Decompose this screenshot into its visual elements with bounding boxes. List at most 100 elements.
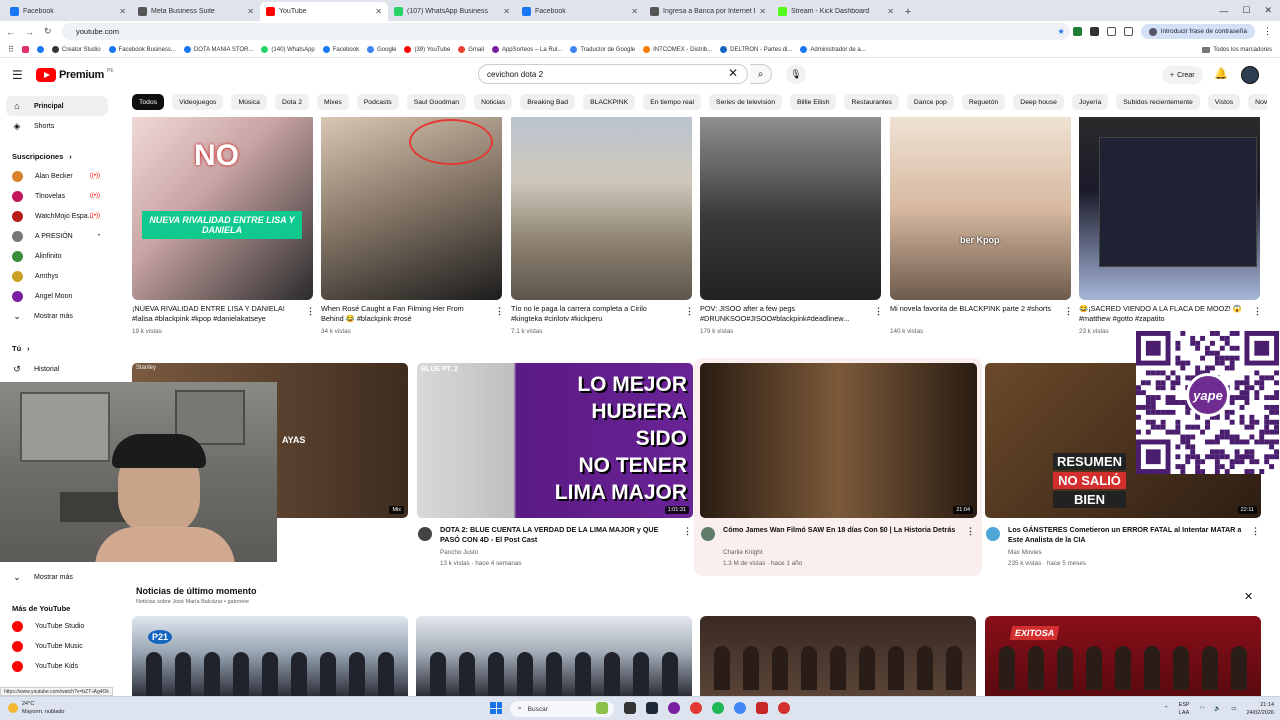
more-options-icon[interactable]: ⋮ [874, 306, 883, 317]
filter-chip[interactable]: Restaurantes [844, 94, 899, 110]
short-thumbnail[interactable]: NUEVA RIVALIDAD ENTRE LISA Y DANIELA NO [132, 117, 313, 300]
bookmark-item[interactable]: Creator Studio [51, 46, 101, 53]
create-button[interactable]: + Crear [1162, 66, 1203, 84]
filter-chip[interactable]: Saul Goodman [406, 94, 467, 110]
filter-chip[interactable]: Videojuegos [172, 94, 224, 110]
close-icon[interactable]: ✕ [1244, 590, 1253, 603]
forward-icon[interactable]: → [25, 27, 34, 37]
password-pill[interactable]: Introducir frase de contraseña [1140, 24, 1255, 39]
youtube-logo[interactable]: Premium PE [36, 68, 114, 82]
filter-chip[interactable]: Música [231, 94, 267, 110]
tab-close-icon[interactable]: ✕ [887, 7, 894, 16]
channel-avatar[interactable] [418, 527, 432, 541]
filter-chip[interactable]: Joyería [1071, 94, 1109, 110]
short-thumbnail[interactable] [321, 117, 502, 300]
news-thumbnail[interactable] [700, 616, 976, 696]
search-input[interactable]: cevichon dota 2 [478, 64, 748, 84]
all-bookmarks-folder[interactable]: Todos los marcadores [1202, 42, 1272, 58]
filter-chip[interactable]: Mixes [317, 94, 349, 110]
volume-icon[interactable]: 🔈 [1214, 706, 1221, 712]
weather-widget[interactable]: 24°C Mayorm. nublado [8, 700, 65, 716]
more-options-icon[interactable]: ⋮ [1064, 306, 1073, 317]
short-title[interactable]: POV: JISOO after a few pegs #DRUNKSOO#JI… [700, 304, 863, 324]
task-view-icon[interactable] [624, 702, 636, 714]
bookmark-item[interactable]: Google [367, 46, 396, 53]
browser-tab[interactable]: Facebook ✕ [516, 2, 644, 21]
short-title[interactable]: When Rosé Caught a Fan Filming Her From … [321, 304, 484, 324]
sidebar-item-subscription[interactable]: Angel Moon [6, 286, 108, 306]
sidebar-item-subscription[interactable]: Tlnovelas ((•)) [6, 186, 108, 206]
clear-search-icon[interactable]: ✕ [728, 66, 738, 80]
channel-name[interactable]: Max Movies [1008, 549, 1042, 556]
sidebar-item-shorts[interactable]: ◈ Shorts [6, 116, 108, 136]
filter-chip[interactable]: Dota 2 [274, 94, 309, 110]
more-options-icon[interactable]: ⋮ [685, 306, 694, 317]
browser-tab[interactable]: Ingresa a Banca por Internet BC ✕ [644, 2, 772, 21]
maximize-icon[interactable]: ☐ [1242, 5, 1250, 16]
filter-chip[interactable]: Reguetón [961, 94, 1006, 110]
sidebar-item-more-youtube[interactable]: YouTube Kids [6, 656, 108, 676]
bookmark-item[interactable]: (140) WhatsApp [261, 46, 315, 53]
filter-chip[interactable]: Todos [132, 94, 165, 110]
bookmark-item[interactable]: DOTA MANIA STOR... [183, 46, 253, 53]
steam-icon[interactable] [646, 702, 658, 714]
more-options-icon[interactable]: ⋮ [306, 306, 315, 317]
tab-close-icon[interactable]: ✕ [119, 7, 126, 16]
taskbar-app-icon[interactable] [778, 702, 790, 714]
bookmark-item[interactable]: Facebook Business... [108, 46, 176, 53]
spotify-icon[interactable] [712, 702, 724, 714]
short-title[interactable]: ¡NUEVA RIVALIDAD ENTRE LISA Y DANIELA! #… [132, 304, 295, 324]
taskbar-app-icon[interactable] [756, 702, 768, 714]
bookmark-item[interactable]: AppSorteos – La Rul... [491, 46, 562, 53]
tab-close-icon[interactable]: ✕ [631, 7, 638, 16]
bookmark-item[interactable]: Administrador de a... [800, 46, 866, 53]
filter-chip[interactable]: Novedad para ti [1248, 94, 1267, 110]
instagram-icon[interactable] [21, 46, 29, 53]
video-title[interactable]: DOTA 2: BLUE CUENTA LA VERDAD DE LA LIMA… [440, 525, 676, 545]
filter-chip[interactable]: En tiempo real [643, 94, 702, 110]
bookmark-item[interactable]: Traductor de Google [570, 46, 635, 53]
taskbar-app-icon[interactable] [668, 702, 680, 714]
sidebar-item-principal[interactable]: ⌂ Principal [6, 96, 108, 116]
short-title[interactable]: Mi novela favorita de BLACKPINK parte 2 … [890, 304, 1053, 324]
minimize-icon[interactable]: — [1219, 6, 1228, 16]
voice-search-button[interactable]: 🎙 [786, 64, 806, 84]
sidebar-item-subscription[interactable]: Amthys [6, 266, 108, 286]
start-button[interactable] [490, 702, 502, 714]
video-title[interactable]: Los GÁNSTERES Cometieron un ERROR FATAL … [1008, 525, 1244, 545]
tab-close-icon[interactable]: ✕ [503, 7, 510, 16]
extensions-puzzle-icon[interactable] [1106, 27, 1116, 36]
bookmark-item[interactable]: Gmail [458, 46, 484, 53]
video-title[interactable]: Cómo James Wan Filmó SAW En 18 días Con … [723, 525, 959, 545]
bookmark-item[interactable]: (39) YouTube [404, 46, 450, 53]
filter-chip[interactable]: Billie Eilish [790, 94, 837, 110]
news-thumbnail[interactable]: P21 [132, 616, 408, 696]
notifications-icon[interactable]: 🔔 [1214, 67, 1228, 80]
browser-tab[interactable]: Meta Business Suite ✕ [132, 2, 260, 21]
subscriptions-header[interactable]: Suscripciones › [12, 152, 72, 161]
url-bar[interactable]: youtube.com [62, 23, 1070, 40]
sidebar-show-more-2[interactable]: ⌄ Mostrar más [6, 567, 108, 587]
more-options-icon[interactable]: ⋮ [1251, 526, 1260, 537]
sidepanel-icon[interactable] [1123, 27, 1133, 36]
language-indicator[interactable]: ESP LAA [1179, 701, 1190, 717]
filter-chip[interactable]: Dance pop [906, 94, 954, 110]
sidebar-item-history[interactable]: ↺ Historial [6, 359, 108, 379]
bookmark-item[interactable]: INTCOMEX - Distrib... [643, 46, 712, 53]
menu-dots-icon[interactable]: ⋮ [1263, 26, 1272, 37]
short-thumbnail[interactable] [511, 117, 692, 300]
news-thumbnail[interactable] [416, 616, 692, 696]
extension-icon[interactable] [1089, 27, 1099, 36]
filter-chip[interactable]: BLACKPINK [583, 94, 636, 110]
chrome-icon[interactable] [734, 702, 746, 714]
channel-avatar[interactable] [701, 527, 715, 541]
short-thumbnail[interactable] [1079, 117, 1260, 300]
tab-close-icon[interactable]: ✕ [375, 7, 382, 16]
more-options-icon[interactable]: ⋮ [1253, 306, 1262, 317]
tab-close-icon[interactable]: ✕ [247, 7, 254, 16]
back-icon[interactable]: ← [6, 27, 15, 37]
filter-chip[interactable]: Deep house [1013, 94, 1064, 110]
opera-icon[interactable] [690, 702, 702, 714]
tab-close-icon[interactable]: ✕ [759, 7, 766, 16]
filter-chip[interactable]: Podcasts [356, 94, 399, 110]
